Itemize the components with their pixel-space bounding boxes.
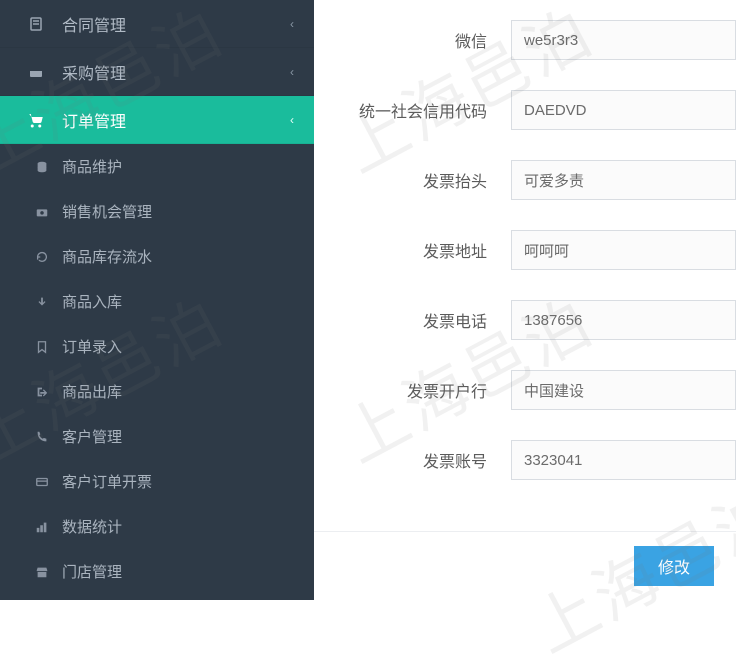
arrow-in-icon <box>32 295 52 309</box>
modify-button[interactable]: 修改 <box>634 546 714 586</box>
camera-icon <box>32 205 52 219</box>
credit-code-input[interactable] <box>511 90 736 130</box>
form-row-invoice-address: 发票地址 <box>314 230 736 270</box>
form-label: 发票电话 <box>314 308 511 332</box>
file-icon <box>24 16 48 32</box>
sidebar-sub-store-manage[interactable]: 门店管理 <box>0 549 314 594</box>
form-label: 统一社会信用代码 <box>314 98 511 122</box>
sidebar-sub-label: 客户订单开票 <box>62 471 152 492</box>
footer-bar: 修改 <box>314 531 736 600</box>
invoice-account-input[interactable] <box>511 440 736 480</box>
form-row-invoice-account: 发票账号 <box>314 440 736 480</box>
sidebar-sub-label: 数据统计 <box>62 516 122 537</box>
sidebar-item-purchase[interactable]: 采购管理 ‹ <box>0 48 314 96</box>
sidebar-sub-product-maintain[interactable]: 商品维护 <box>0 144 314 189</box>
sidebar-sub-label: 商品库存流水 <box>62 246 152 267</box>
form-row-invoice-phone: 发票电话 <box>314 300 736 340</box>
database-icon <box>32 160 52 174</box>
sidebar-sub-label: 客户管理 <box>62 426 122 447</box>
chevron-left-icon: ‹ <box>290 17 294 31</box>
chart-icon <box>32 520 52 534</box>
sidebar-sub-data-stats[interactable]: 数据统计 <box>0 504 314 549</box>
sidebar-sub-inventory-flow[interactable]: 商品库存流水 <box>0 234 314 279</box>
invoice-address-input[interactable] <box>511 230 736 270</box>
card-icon <box>32 475 52 489</box>
sidebar-sub-label: 门店管理 <box>62 561 122 582</box>
sidebar-item-label: 合同管理 <box>62 12 126 36</box>
sidebar-item-orders[interactable]: 订单管理 ‹ <box>0 96 314 144</box>
sidebar-item-label: 采购管理 <box>62 60 126 84</box>
history-icon <box>32 250 52 264</box>
sidebar-sub-order-entry[interactable]: 订单录入 <box>0 324 314 369</box>
form-row-credit-code: 统一社会信用代码 <box>314 90 736 130</box>
form-row-invoice-title: 发票抬头 <box>314 160 736 200</box>
sidebar-item-contract[interactable]: 合同管理 ‹ <box>0 0 314 48</box>
form-label: 发票账号 <box>314 448 511 472</box>
sidebar-sub-stock-out[interactable]: 商品出库 <box>0 369 314 414</box>
invoice-phone-input[interactable] <box>511 300 736 340</box>
form-label: 微信 <box>314 28 511 52</box>
sidebar-sub-label: 商品入库 <box>62 291 122 312</box>
form-row-invoice-bank: 发票开户行 <box>314 370 736 410</box>
chevron-left-icon: ‹ <box>290 65 294 79</box>
sidebar-sub-stock-in[interactable]: 商品入库 <box>0 279 314 324</box>
sidebar-sub-label: 商品维护 <box>62 156 122 177</box>
form-row-wechat: 微信 <box>314 20 736 60</box>
main-content: 微信 统一社会信用代码 发票抬头 发票地址 发票电话 发票开户行 发票账号 <box>314 0 736 600</box>
sidebar-sub-label: 商品出库 <box>62 381 122 402</box>
sidebar-sub-customer-manage[interactable]: 客户管理 <box>0 414 314 459</box>
sidebar-sub-label: 订单录入 <box>62 336 122 357</box>
bookmark-icon <box>32 340 52 354</box>
invoice-bank-input[interactable] <box>511 370 736 410</box>
store-icon <box>32 565 52 579</box>
phone-icon <box>32 430 52 444</box>
cart-icon <box>24 111 48 129</box>
arrow-out-icon <box>32 385 52 399</box>
form-label: 发票抬头 <box>314 168 511 192</box>
sidebar-item-label: 订单管理 <box>62 108 126 132</box>
form-label: 发票地址 <box>314 238 511 262</box>
sidebar-sub-sales-opportunity[interactable]: 销售机会管理 <box>0 189 314 234</box>
box-icon <box>24 64 48 80</box>
invoice-title-input[interactable] <box>511 160 736 200</box>
chevron-left-icon: ‹ <box>290 113 294 127</box>
sidebar-sub-customer-invoice[interactable]: 客户订单开票 <box>0 459 314 504</box>
wechat-input[interactable] <box>511 20 736 60</box>
sidebar-sub-label: 销售机会管理 <box>62 201 152 222</box>
sidebar: 合同管理 ‹ 采购管理 ‹ 订单管理 ‹ 商品维护 <box>0 0 314 600</box>
form-label: 发票开户行 <box>314 378 511 402</box>
